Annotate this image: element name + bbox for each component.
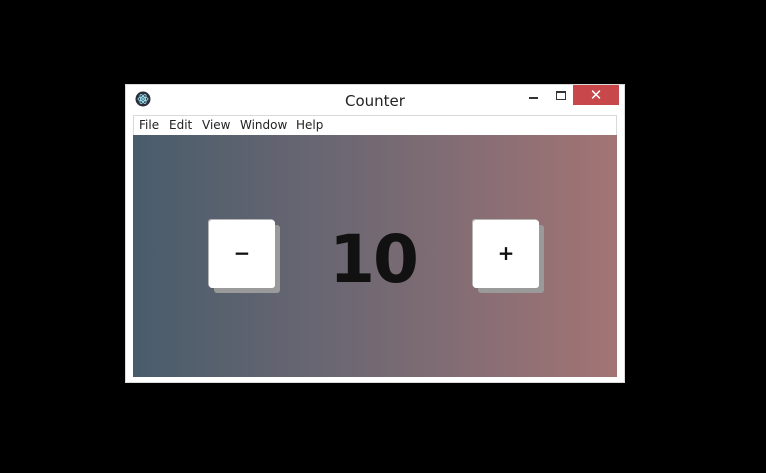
decrement-button[interactable]: − [209, 220, 275, 288]
app-window: Counter ✕ File Edit View Window Help − 1… [125, 84, 625, 383]
menu-bar: File Edit View Window Help [133, 115, 617, 135]
increment-button[interactable]: + [473, 220, 539, 288]
title-bar[interactable]: Counter ✕ [126, 85, 624, 115]
maximize-icon [556, 91, 566, 100]
menu-window[interactable]: Window [240, 118, 287, 132]
counter-value: 10 [329, 221, 419, 295]
close-button[interactable]: ✕ [573, 85, 619, 105]
minimize-button[interactable] [520, 85, 548, 105]
maximize-button[interactable] [548, 85, 574, 105]
menu-view[interactable]: View [202, 118, 230, 132]
menu-file[interactable]: File [139, 118, 159, 132]
minimize-icon [529, 97, 538, 99]
menu-help[interactable]: Help [296, 118, 323, 132]
counter-value-text: 10 [329, 221, 417, 295]
menu-edit[interactable]: Edit [169, 118, 192, 132]
close-icon: ✕ [589, 86, 603, 104]
counter-panel: − 10 + [133, 135, 617, 377]
